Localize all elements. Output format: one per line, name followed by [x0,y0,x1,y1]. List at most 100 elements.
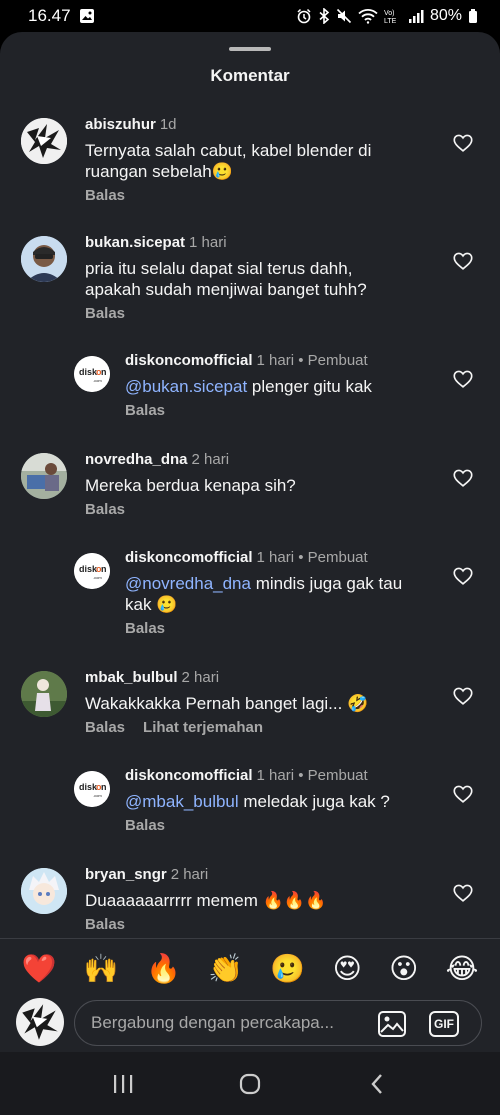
comment-timestamp: 1 hari • Pembuat [256,352,368,369]
bluetooth-icon [319,8,330,24]
comment-text: pria itu selalu dapat sial terus dahh, a… [85,259,367,299]
comment-timestamp: 1 hari • Pembuat [256,767,368,784]
image-picker-icon[interactable] [377,1010,407,1038]
comment-username[interactable]: bryan_sngr [85,866,167,883]
comment-text: Duaaaaaarrrrr memem 🔥🔥🔥 [85,891,327,910]
reaction-laughing[interactable]: 😂 [446,952,479,986]
avatar[interactable] [21,868,67,914]
svg-text:Vo): Vo) [384,10,395,17]
volte-icon: Vo) LTE [384,10,397,24]
status-time: 16.47 [28,6,71,25]
heart-icon[interactable] [452,783,474,805]
comment-list[interactable]: abiszuhur 1d Ternyata salah cabut, kabel … [0,116,500,938]
battery-icon [469,9,477,23]
heart-icon[interactable] [452,467,474,489]
comment-timestamp: 2 hari [181,669,220,686]
comment-timestamp: 2 hari [191,451,230,468]
comment-username[interactable]: diskoncomofficial [125,352,253,369]
diskon-logo-image: disk o n .com [74,356,110,392]
quick-reactions-bar: ❤️ 🙌 🔥 👏 🥲 😍 😮 😂 [0,944,500,994]
reply-button[interactable]: Balas [85,187,125,204]
heart-icon[interactable] [452,250,474,272]
home-icon [239,1073,261,1094]
reply-button[interactable]: Balas [85,501,125,518]
comment-username[interactable]: mbak_bulbul [85,669,178,686]
svg-text:.com: .com [93,378,102,383]
svg-text:n: n [101,367,107,377]
reaction-raised-hands[interactable]: 🙌 [84,952,119,986]
see-translation-button[interactable]: Lihat terjemahan [143,719,263,736]
reply-button[interactable]: Balas [125,817,165,834]
reaction-surprised[interactable]: 😮 [389,952,418,986]
mention-link[interactable]: @bukan.sicepat [125,377,247,396]
wifi-icon [358,9,378,24]
heart-icon[interactable] [452,132,474,154]
creator-avatar[interactable]: disk o n .com [74,356,110,392]
comment-timestamp: 1d [159,116,177,133]
reply-button[interactable]: Balas [125,620,165,637]
diskon-logo-image: disk o n .com [74,771,110,807]
heart-icon[interactable] [452,882,474,904]
comment-username[interactable]: abiszuhur [85,116,156,133]
gallery-notification-icon [79,9,94,23]
signal-icon [408,10,424,23]
comment-text: Ternyata salah cabut, kabel blender di r… [85,141,372,181]
reaction-fire[interactable]: 🔥 [146,952,181,986]
creator-avatar[interactable]: disk o n .com [74,771,110,807]
reply-button[interactable]: Balas [125,402,165,419]
mention-link[interactable]: @mbak_bulbul [125,792,239,811]
back-icon [371,1073,382,1094]
comment-text: @mbak_bulbul meledak juga kak ? [125,792,390,811]
user-avatar-image [21,671,67,717]
comments-sheet: Komentar abiszuhur 1d Ternyata salah cabu… [0,32,500,1052]
drag-handle[interactable] [229,47,271,51]
heart-icon[interactable] [452,368,474,390]
svg-text:n: n [101,782,107,792]
comment-username[interactable]: bukan.sicepat [85,234,185,251]
mute-icon [336,8,352,24]
avatar[interactable] [21,453,67,499]
svg-text:n: n [101,564,107,574]
comment-username[interactable]: diskoncomofficial [125,767,253,784]
reaction-clap[interactable]: 👏 [208,952,243,986]
user-avatar-image [16,998,64,1046]
reply-button[interactable]: Balas [85,305,125,322]
reaction-heart-eyes[interactable]: 😍 [333,952,362,986]
reaction-heart[interactable]: ❤️ [22,952,57,986]
heart-icon[interactable] [452,565,474,587]
avatar[interactable] [21,671,67,717]
comment-username[interactable]: diskoncomofficial [125,549,253,566]
gif-button[interactable]: GIF [429,1011,459,1037]
my-avatar[interactable] [16,998,64,1046]
avatar[interactable] [21,118,67,164]
comment-text: @novredha_dna mindis juga gak tau kak 🥲 [125,574,403,614]
comment-input[interactable] [91,1013,361,1033]
recent-apps-button[interactable] [103,1064,143,1104]
reaction-smiling-tear[interactable]: 🥲 [270,952,305,986]
avatar[interactable] [21,236,67,282]
system-nav-bar [0,1052,500,1115]
diskon-logo-image: disk o n .com [74,553,110,589]
svg-text:.com: .com [93,575,102,580]
comment-text: Wakakkakka Pernah banget lagi... 🤣 [85,694,369,713]
reply-button[interactable]: Balas [85,719,125,736]
user-avatar-image [21,453,67,499]
comment-timestamp: 1 hari [189,234,227,251]
back-button[interactable] [357,1064,397,1104]
comment-text: Mereka berdua kenapa sih? [85,476,296,495]
user-avatar-image [21,118,67,164]
divider [0,938,500,939]
reply-button[interactable]: Balas [85,916,125,933]
mention-link[interactable]: @novredha_dna [125,574,251,593]
comment-text: @bukan.sicepat plenger gitu kak [125,377,372,396]
heart-icon[interactable] [452,685,474,707]
comment-timestamp: 1 hari • Pembuat [256,549,368,566]
svg-text:.com: .com [93,793,102,798]
creator-avatar[interactable]: disk o n .com [74,553,110,589]
svg-text:LTE: LTE [384,18,397,24]
status-bar: 16.47 Vo) LTE 80% [0,0,500,32]
comment-username[interactable]: novredha_dna [85,451,188,468]
alarm-icon [297,8,311,24]
home-button[interactable] [230,1064,270,1104]
comment-composer: GIF [0,994,500,1052]
